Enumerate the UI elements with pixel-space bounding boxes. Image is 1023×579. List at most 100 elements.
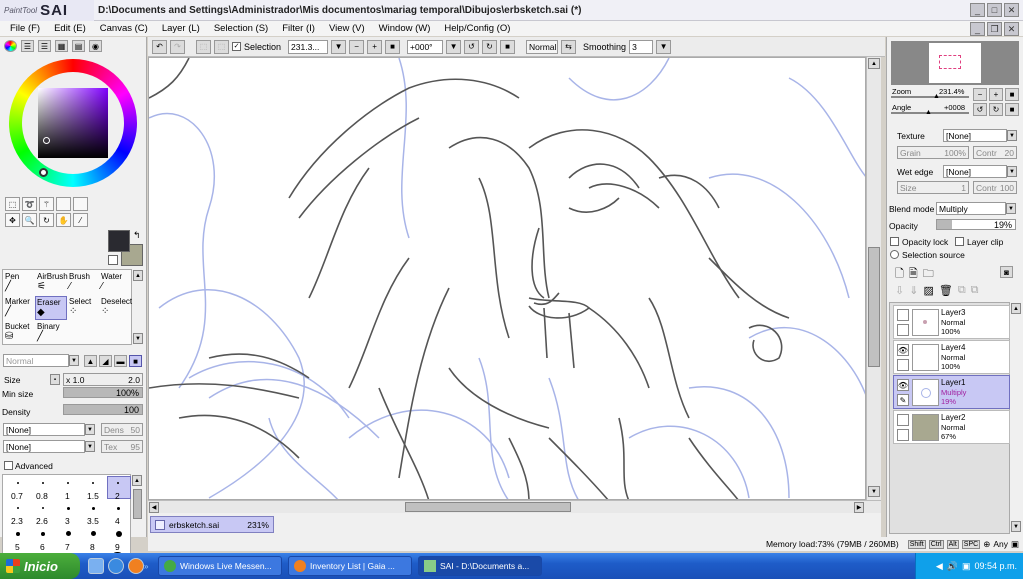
size-preset[interactable]: 8 bbox=[90, 542, 95, 552]
texture2-dropdown-icon[interactable]: ▼ bbox=[85, 441, 95, 452]
size-preset[interactable]: 6 bbox=[40, 542, 45, 552]
menu-help[interactable]: Help/Config (O) bbox=[444, 23, 510, 34]
view-mode-field[interactable]: Normal bbox=[526, 39, 559, 54]
blend-mode-dropdown-icon[interactable]: ▼ bbox=[69, 355, 79, 366]
texture1-dropdown-icon[interactable]: ▼ bbox=[85, 424, 95, 435]
menu-filter[interactable]: Filter (I) bbox=[282, 23, 315, 34]
wet-edge-dropdown-icon[interactable]: ▼ bbox=[1007, 166, 1017, 177]
brush-select[interactable]: Select ⁘ bbox=[69, 297, 91, 317]
undo-icon[interactable]: ↶ bbox=[152, 39, 167, 54]
size-preset[interactable]: 7 bbox=[65, 542, 70, 552]
shape-round-icon[interactable]: ◢ bbox=[99, 355, 112, 367]
texture2-amount[interactable]: Tex 95 bbox=[101, 440, 143, 453]
rect-select-icon[interactable]: ⬚ bbox=[5, 197, 20, 211]
brush-blend-mode[interactable]: Normal bbox=[3, 354, 69, 367]
smoothing-field[interactable]: 3 bbox=[629, 39, 654, 54]
menu-canvas[interactable]: Canvas (C) bbox=[100, 23, 148, 34]
doc-minimize-button[interactable]: _ bbox=[970, 22, 985, 36]
primary-color-swatch[interactable] bbox=[108, 230, 130, 252]
invert-selection-icon[interactable]: ⬚ bbox=[214, 39, 229, 54]
zoom-out-icon[interactable]: − bbox=[349, 39, 365, 54]
task-inventory-list[interactable]: Inventory List | Gaia ... bbox=[288, 556, 412, 576]
min-size-slider[interactable]: 100% bbox=[63, 387, 143, 398]
presets-scroll-thumb[interactable] bbox=[133, 489, 142, 519]
zoom-in-icon[interactable]: + bbox=[367, 39, 383, 54]
flip-icon[interactable]: ⇆ bbox=[561, 39, 577, 54]
layer-blend-mode-dropdown-icon[interactable]: ▼ bbox=[1006, 203, 1016, 214]
nav-zoom-thumb-icon[interactable]: ▲ bbox=[933, 93, 940, 100]
magic-wand-icon[interactable]: ⚚ bbox=[39, 197, 54, 211]
color-wheel-tab[interactable] bbox=[4, 40, 17, 52]
rgb-slider-tab[interactable]: ☰ bbox=[21, 40, 34, 52]
tray-app-icon[interactable]: ▣ bbox=[962, 561, 971, 572]
volume-icon[interactable]: 🔊 bbox=[947, 561, 958, 572]
new-folder-icon[interactable]: 🗀 bbox=[923, 265, 934, 284]
hand-icon[interactable]: ✋ bbox=[56, 213, 71, 227]
size-preset[interactable]: 2.6 bbox=[36, 516, 48, 526]
advanced-checkbox[interactable] bbox=[4, 461, 13, 470]
scroll-up-arrow[interactable]: ▲ bbox=[868, 58, 880, 69]
brush-airbrush[interactable]: AirBrush ⚟ bbox=[37, 272, 68, 292]
transparent-color-icon[interactable] bbox=[108, 255, 118, 265]
eye-icon[interactable]: 👁 bbox=[897, 344, 909, 356]
rotate-reset-icon[interactable]: ■ bbox=[500, 39, 516, 54]
merge-down-icon[interactable]: ⇓ bbox=[909, 284, 918, 297]
wet-edge-field[interactable]: [None] bbox=[943, 165, 1007, 178]
pin-toggle[interactable] bbox=[897, 429, 909, 441]
shape-square-icon[interactable]: ■ bbox=[129, 355, 142, 367]
layer-item-layer1[interactable]: 👁 ✎ Layer1 Multiply 19% bbox=[893, 375, 1010, 409]
grain-field[interactable]: Grain 100% bbox=[897, 146, 969, 159]
opacity-lock-checkbox[interactable] bbox=[890, 237, 899, 246]
scroll-left-arrow[interactable]: ◀ bbox=[149, 502, 159, 513]
close-button[interactable]: ✕ bbox=[1004, 3, 1019, 17]
brush-deselect[interactable]: Deselect ⁘ bbox=[101, 297, 132, 317]
layer-blend-mode-field[interactable]: Multiply bbox=[936, 202, 1006, 215]
menu-layer[interactable]: Layer (L) bbox=[162, 23, 200, 34]
size-preset[interactable]: 5 bbox=[15, 542, 20, 552]
task-sai[interactable]: SAI - D:\Documents a... bbox=[418, 556, 542, 576]
quick-launch-firefox-icon[interactable] bbox=[128, 558, 144, 574]
swap-colors-icon[interactable]: ↰ bbox=[133, 230, 141, 241]
document-tab[interactable]: erbsketch.sai 231% bbox=[150, 516, 274, 533]
menu-edit[interactable]: Edit (E) bbox=[54, 23, 86, 34]
nav-zoom-out-icon[interactable]: − bbox=[973, 88, 987, 101]
doc-restore-button[interactable]: ❐ bbox=[987, 22, 1002, 36]
eyedropper-icon[interactable]: ⁄ bbox=[73, 213, 88, 227]
swatches-tab[interactable]: ▦ bbox=[55, 40, 68, 52]
brush-brush[interactable]: Brush ⁄ bbox=[69, 272, 90, 292]
nav-zoom-slider[interactable] bbox=[891, 96, 969, 98]
brush-water[interactable]: Water ⁄ bbox=[101, 272, 122, 292]
size-preset[interactable]: 0.8 bbox=[36, 491, 48, 501]
brush-binary[interactable]: Binary ╱ bbox=[37, 322, 60, 342]
zoom-dropdown-icon[interactable]: ▼ bbox=[331, 39, 347, 54]
horizontal-scroll-thumb[interactable] bbox=[405, 502, 571, 512]
hsv-slider-tab[interactable]: ☰ bbox=[38, 40, 51, 52]
new-layer-icon[interactable]: 🗋 bbox=[895, 265, 904, 284]
canvas-vertical-scrollbar[interactable]: ▲ ▼ bbox=[866, 57, 881, 500]
nav-rotate-left-icon[interactable]: ↺ bbox=[973, 103, 987, 116]
layer-mask-icon[interactable]: ◙ bbox=[1000, 266, 1013, 278]
shape-sharp-icon[interactable]: ▲ bbox=[84, 355, 97, 367]
texture1-amount[interactable]: Dens 50 bbox=[101, 423, 143, 436]
size-multiplier-toggle[interactable]: ▪ bbox=[50, 374, 60, 385]
new-linework-layer-icon[interactable]: 🗎 bbox=[909, 265, 918, 284]
brush-marker[interactable]: Marker ╱ bbox=[5, 297, 30, 317]
size-preset[interactable]: 1.5 bbox=[87, 491, 99, 501]
contr-field[interactable]: Contr 20 bbox=[973, 146, 1017, 159]
task-windows-live-messenger[interactable]: Windows Live Messen... bbox=[158, 556, 282, 576]
nav-angle-thumb-icon[interactable]: ▲ bbox=[925, 109, 932, 116]
tool-slot-icon[interactable] bbox=[56, 197, 71, 211]
smoothing-dropdown-icon[interactable]: ▼ bbox=[656, 39, 672, 54]
start-button[interactable]: Inicio bbox=[0, 553, 80, 579]
nav-rotate-right-icon[interactable]: ↻ bbox=[989, 103, 1003, 116]
presets-scroll-up[interactable]: ▲ bbox=[132, 475, 142, 486]
selection-source-radio[interactable] bbox=[890, 250, 899, 259]
size-preset[interactable]: 1 bbox=[65, 491, 70, 501]
nav-zoom-in-icon[interactable]: + bbox=[989, 88, 1003, 101]
brush-scroll-up[interactable]: ▲ bbox=[133, 270, 143, 281]
size-preset[interactable]: 0.7 bbox=[11, 491, 23, 501]
visibility-toggle[interactable] bbox=[897, 414, 909, 426]
clear-layer-icon[interactable]: ▨ bbox=[923, 284, 933, 297]
maximize-button[interactable]: □ bbox=[987, 3, 1002, 17]
density-slider[interactable]: 100 bbox=[63, 404, 143, 415]
